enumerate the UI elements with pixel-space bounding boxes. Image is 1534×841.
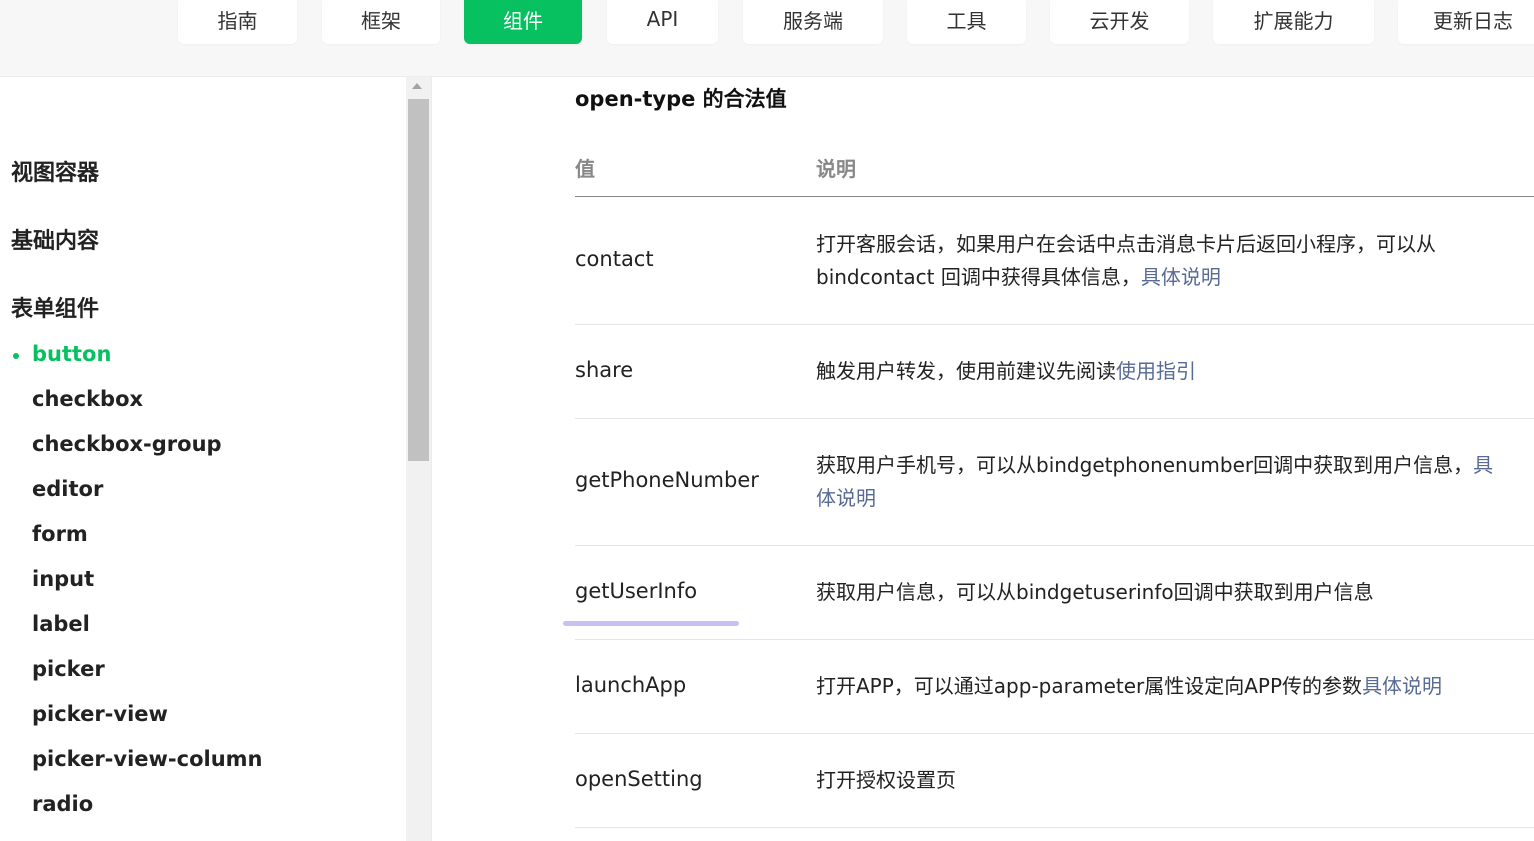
- tab-extensions[interactable]: 扩展能力: [1213, 0, 1374, 44]
- table-cell-description: 打开客服会话，如果用户在会话中点击消息卡片后返回小程序，可以从bindconta…: [816, 228, 1506, 294]
- description-text: 获取用户手机号，可以从bindgetphonenumber回调中获取到用户信息，: [816, 453, 1474, 477]
- tab-changelog[interactable]: 更新日志: [1398, 0, 1534, 44]
- top-nav: 指南 框架 组件 API 服务端 工具 云开发 扩展能力 更新日志: [0, 0, 1534, 77]
- scroll-up-arrow-icon[interactable]: [412, 83, 422, 89]
- table-cell-value: share: [575, 358, 634, 382]
- description-text: 打开APP，可以通过app-parameter属性设定向APP传的参数: [816, 674, 1363, 698]
- row-divider: [575, 324, 1534, 325]
- sidebar-item-form[interactable]: form: [32, 522, 88, 546]
- sidebar-scrollbar[interactable]: [406, 77, 432, 841]
- table-cell-value: getPhoneNumber: [575, 468, 759, 492]
- row-divider: [575, 545, 1534, 546]
- sidebar-item-input[interactable]: input: [32, 567, 94, 591]
- sidebar-item-picker-view-column[interactable]: picker-view-column: [32, 747, 263, 771]
- tab-cloud[interactable]: 云开发: [1050, 0, 1189, 44]
- table-header-value: 值: [575, 157, 595, 181]
- sidebar-item-editor[interactable]: editor: [32, 477, 103, 501]
- description-text: 打开客服会话，如果用户在会话中点击消息卡片后返回小程序，可以从bindconta…: [816, 232, 1436, 289]
- text-highlight-underline: [563, 621, 739, 626]
- row-divider: [575, 639, 1534, 640]
- tab-tools[interactable]: 工具: [907, 0, 1026, 44]
- table-cell-description: 打开授权设置页: [816, 764, 1506, 797]
- description-text: 打开授权设置页: [816, 768, 956, 792]
- sidebar-item-button[interactable]: button: [32, 342, 111, 366]
- section-title: open-type 的合法值: [575, 87, 787, 111]
- row-divider: [575, 827, 1534, 828]
- sidebar: 视图容器 基础内容 表单组件 button checkbox checkbox-…: [0, 77, 406, 841]
- sidebar-item-picker[interactable]: picker: [32, 657, 105, 681]
- description-text: 触发用户转发，使用前建议先阅读: [816, 359, 1116, 383]
- tab-framework[interactable]: 框架: [322, 0, 440, 44]
- table-cell-value: contact: [575, 247, 654, 271]
- tab-api[interactable]: API: [607, 0, 718, 44]
- scrollbar-thumb[interactable]: [408, 99, 429, 461]
- sidebar-item-checkbox[interactable]: checkbox: [32, 387, 143, 411]
- tab-server[interactable]: 服务端: [743, 0, 883, 44]
- sidebar-item-label[interactable]: label: [32, 612, 90, 636]
- sidebar-category-view-containers[interactable]: 视图容器: [11, 155, 99, 187]
- table-cell-value: getUserInfo: [575, 579, 698, 603]
- table-cell-value: launchApp: [575, 673, 687, 697]
- table-cell-description: 获取用户信息，可以从bindgetuserinfo回调中获取到用户信息: [816, 576, 1506, 609]
- main-content: open-type 的合法值 值 说明 contact 打开客服会话，如果用户在…: [432, 77, 1534, 841]
- row-divider: [575, 733, 1534, 734]
- table-cell-description: 触发用户转发，使用前建议先阅读使用指引: [816, 355, 1506, 388]
- tab-components[interactable]: 组件: [464, 0, 582, 44]
- active-bullet-icon: [13, 353, 19, 359]
- sidebar-item-picker-view[interactable]: picker-view: [32, 702, 168, 726]
- table-cell-description: 获取用户手机号，可以从bindgetphonenumber回调中获取到用户信息，…: [816, 449, 1506, 515]
- detail-link[interactable]: 具体说明: [1141, 265, 1221, 289]
- sidebar-category-basic-content[interactable]: 基础内容: [11, 223, 99, 255]
- table-header-divider: [575, 196, 1534, 197]
- tab-guide[interactable]: 指南: [178, 0, 297, 44]
- sidebar-category-form-components[interactable]: 表单组件: [11, 291, 99, 323]
- table-cell-value: openSetting: [575, 767, 703, 791]
- description-text: 获取用户信息，可以从bindgetuserinfo回调中获取到用户信息: [816, 580, 1374, 604]
- sidebar-item-checkbox-group[interactable]: checkbox-group: [32, 432, 222, 456]
- table-cell-description: 打开APP，可以通过app-parameter属性设定向APP传的参数具体说明: [816, 670, 1506, 703]
- usage-guide-link[interactable]: 使用指引: [1116, 359, 1196, 383]
- table-header-description: 说明: [816, 157, 856, 181]
- detail-link[interactable]: 具体说明: [1362, 674, 1442, 698]
- sidebar-item-radio[interactable]: radio: [32, 792, 93, 816]
- row-divider: [575, 418, 1534, 419]
